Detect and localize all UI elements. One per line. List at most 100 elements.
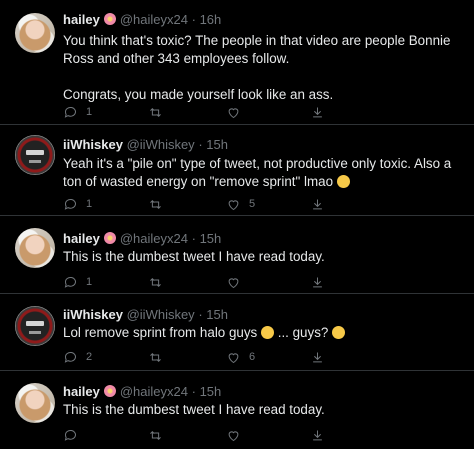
- tweet-text: Lol remove sprint from halo guys ... guy…: [63, 324, 468, 342]
- share-button[interactable]: [310, 195, 325, 213]
- tweet-hailey-3[interactable]: hailey @haileyx24 · 15h This is the dumbe…: [0, 371, 474, 449]
- retweet-button[interactable]: [148, 273, 171, 291]
- flower-emoji: [103, 232, 116, 244]
- tweet-hailey-1[interactable]: hailey @haileyx24 · 16h You think that's …: [0, 0, 474, 123]
- avatar-visor: [26, 150, 44, 155]
- avatar-hailey[interactable]: [15, 383, 55, 423]
- like-button[interactable]: [226, 426, 249, 444]
- reply-button[interactable]: 1: [63, 103, 92, 121]
- share-icon: [313, 107, 322, 117]
- like-icon: [228, 430, 239, 441]
- separator-dot: ·: [191, 384, 196, 399]
- avatar-iiwhiskey[interactable]: [15, 306, 55, 346]
- timestamp[interactable]: 15h: [206, 307, 228, 322]
- tweet-line: Congrats, you made yourself look like an…: [63, 87, 334, 102]
- tweet-actions: 1: [63, 103, 463, 121]
- display-name[interactable]: iiWhiskey: [63, 307, 123, 322]
- timestamp[interactable]: 15h: [200, 384, 222, 399]
- user-handle[interactable]: @haileyx24: [120, 231, 188, 246]
- display-name[interactable]: hailey: [63, 12, 100, 27]
- tweet-text: You think that's toxic? The people in th…: [63, 32, 468, 104]
- retweet-icon: [150, 199, 161, 209]
- separator-dot: ·: [191, 231, 196, 246]
- like-button[interactable]: [226, 103, 249, 121]
- like-count: 5: [249, 198, 256, 210]
- like-icon: [228, 352, 239, 363]
- reply-icon: [64, 429, 76, 441]
- share-button[interactable]: [310, 273, 325, 291]
- tweet-hailey-2[interactable]: hailey @haileyx24 · 15h This is the dumbe…: [0, 216, 474, 293]
- tweet-header: iiWhiskey @iiWhiskey · 15h: [63, 307, 228, 322]
- joy-emoji: [260, 326, 274, 339]
- reply-button[interactable]: 1: [63, 273, 92, 291]
- separator-dot: ·: [191, 12, 196, 27]
- avatar-iiwhiskey[interactable]: [15, 135, 55, 175]
- user-handle[interactable]: @iiWhiskey: [127, 307, 195, 322]
- avatar-mouth: [29, 160, 41, 163]
- tweet-header: hailey @haileyx24 · 16h: [63, 12, 221, 27]
- retweet-button[interactable]: [148, 426, 171, 444]
- separator-dot: ·: [198, 307, 203, 322]
- flower-emoji: [103, 13, 116, 25]
- tweet-line: This is the dumbest tweet I have read to…: [63, 402, 325, 417]
- rofl-emoji: [336, 175, 350, 188]
- share-icon: [313, 199, 322, 209]
- display-name[interactable]: iiWhiskey: [63, 137, 123, 152]
- display-name[interactable]: hailey: [63, 231, 100, 246]
- share-button[interactable]: [310, 426, 325, 444]
- reply-count: 1: [86, 106, 93, 118]
- tweet-actions: 1: [63, 273, 463, 291]
- user-handle[interactable]: @haileyx24: [120, 12, 188, 27]
- tweet-header: hailey @haileyx24 · 15h: [63, 384, 221, 399]
- like-button[interactable]: [226, 273, 249, 291]
- reply-icon: [64, 351, 76, 363]
- retweet-icon: [150, 277, 161, 287]
- retweet-button[interactable]: [148, 348, 171, 366]
- retweet-icon: [150, 107, 161, 117]
- reply-icon: [64, 198, 76, 210]
- like-button[interactable]: 5: [226, 195, 255, 213]
- tweet-iiwhiskey-1[interactable]: iiWhiskey @iiWhiskey · 15h Yeah it's a "…: [0, 125, 474, 214]
- timestamp[interactable]: 15h: [206, 137, 228, 152]
- user-handle[interactable]: @iiWhiskey: [127, 137, 195, 152]
- avatar-hailey[interactable]: [15, 228, 55, 268]
- display-name[interactable]: hailey: [63, 384, 100, 399]
- reply-count: 2: [86, 351, 93, 363]
- retweet-button[interactable]: [148, 103, 171, 121]
- tweet-line: Lol remove sprint from halo guys: [63, 325, 258, 340]
- tweet-header: hailey @haileyx24 · 15h: [63, 231, 221, 246]
- reply-icon: [64, 106, 76, 118]
- user-handle[interactable]: @haileyx24: [120, 384, 188, 399]
- flower-emoji: [103, 385, 116, 397]
- separator-dot: ·: [198, 137, 203, 152]
- retweet-icon: [150, 430, 161, 440]
- avatar-mouth: [29, 331, 41, 334]
- like-icon: [228, 199, 239, 210]
- reply-count: 1: [86, 198, 93, 210]
- share-button[interactable]: [310, 103, 325, 121]
- timestamp[interactable]: 15h: [200, 231, 222, 246]
- timestamp[interactable]: 16h: [200, 12, 222, 27]
- reply-icon: [64, 276, 76, 288]
- tweet-actions: 2 6: [63, 348, 463, 366]
- tweet-actions: 1 5: [63, 195, 463, 213]
- reply-button[interactable]: [63, 426, 86, 444]
- retweet-icon: [150, 352, 161, 362]
- reply-button[interactable]: 1: [63, 195, 92, 213]
- share-icon: [313, 277, 322, 287]
- share-button[interactable]: [310, 348, 325, 366]
- tweet-line: Yeah it's a "pile on" type of tweet, not…: [63, 156, 452, 189]
- avatar-hailey[interactable]: [15, 13, 55, 53]
- like-count: 6: [249, 351, 256, 363]
- share-icon: [313, 430, 322, 440]
- like-button[interactable]: 6: [226, 348, 255, 366]
- tweet-line: ... guys?: [277, 325, 329, 340]
- reply-button[interactable]: 2: [63, 348, 92, 366]
- tweet-line: This is the dumbest tweet I have read to…: [63, 249, 325, 264]
- tweet-iiwhiskey-2[interactable]: iiWhiskey @iiWhiskey · 15h Lol remove sp…: [0, 294, 474, 370]
- retweet-button[interactable]: [148, 195, 171, 213]
- share-icon: [313, 352, 322, 362]
- tweet-header: iiWhiskey @iiWhiskey · 15h: [63, 137, 228, 152]
- tweet-thread: hailey @haileyx24 · 16h You think that's …: [0, 0, 474, 449]
- rofl-emoji: [332, 326, 346, 339]
